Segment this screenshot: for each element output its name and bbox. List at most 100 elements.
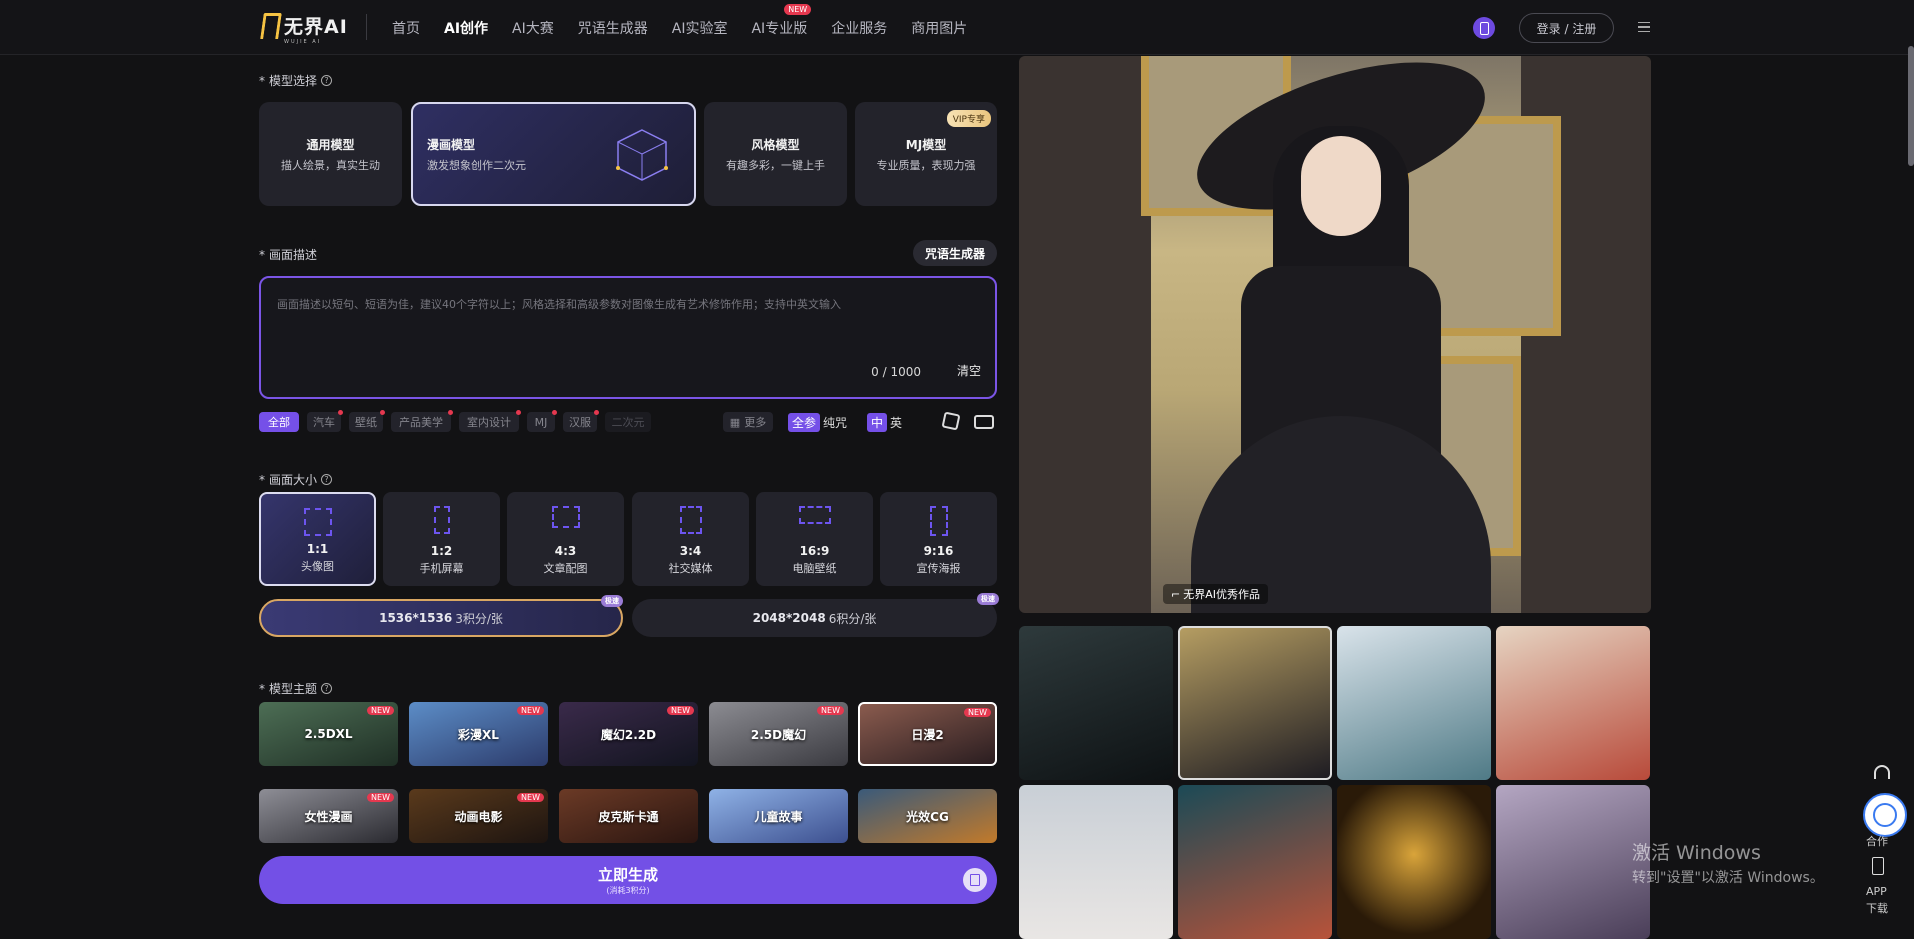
size-card-1-2[interactable]: 1:2 手机屏幕 (383, 492, 500, 586)
nav-spell-generator[interactable]: 咒语生成器 (578, 18, 648, 38)
gallery-thumb-girl-glasses[interactable] (1496, 626, 1650, 780)
gallery-thumb-girl-ponytail[interactable] (1337, 626, 1491, 780)
app-phone-icon[interactable] (1872, 857, 1884, 875)
grid-icon: ▦ (729, 415, 741, 429)
theme-fantasy-2-2d[interactable]: NEW 魔幻2.2D (559, 702, 698, 766)
resolution-1536-button[interactable]: 1536*1536 3积分/张 极速 (259, 595, 623, 637)
tag-interior[interactable]: 室内设计 (459, 410, 521, 432)
download-label[interactable]: 下载 (1866, 900, 1888, 916)
nav-ai-lab[interactable]: AI实验室 (672, 18, 728, 38)
login-register-button[interactable]: 登录 / 注册 (1519, 13, 1614, 43)
tag-car[interactable]: 汽车 (307, 410, 343, 432)
tag-bar: 全部 汽车 壁纸 产品美学 室内设计 MJ 汉服 二次元 ▦ 更多 全参 纯咒 中英 (259, 410, 997, 434)
gallery-thumb-mech[interactable] (1496, 785, 1650, 939)
speed-badge: 极速 (977, 593, 999, 605)
float-assistant-icon[interactable] (1863, 793, 1907, 837)
cube-icon (616, 129, 668, 181)
tag-wallpaper[interactable]: 壁纸 (349, 410, 385, 432)
brand-logo[interactable]: 无界AI WUJIE AI (260, 12, 348, 45)
windows-activation-watermark: 激活 Windows 转到"设置"以激活 Windows。 (1632, 842, 1824, 886)
ratio-1-2-icon (433, 506, 450, 534)
vip-badge: VIP专享 (946, 110, 991, 127)
spell-generator-button[interactable]: 咒语生成器 (913, 240, 997, 266)
nav-commercial-images[interactable]: 商用图片 (911, 18, 967, 38)
theme-2-5d-fantasy[interactable]: NEW 2.5D魔幻 (709, 702, 848, 766)
customer-service-button[interactable] (1863, 757, 1893, 787)
theme-2-5dxl[interactable]: NEW 2.5DXL (259, 702, 398, 766)
nav-enterprise[interactable]: 企业服务 (831, 18, 887, 38)
logo-mark-icon: ⌐ (1171, 587, 1181, 601)
size-card-4-3[interactable]: 4:3 文章配图 (507, 492, 624, 586)
app-label[interactable]: APP (1866, 885, 1887, 898)
brand-subtitle: WUJIE AI (284, 39, 322, 45)
theme-animated-film[interactable]: NEW 动画电影 (409, 789, 548, 843)
help-icon[interactable]: ? (321, 683, 333, 694)
main-nav: 首页 AI创作 AI大赛 咒语生成器 AI实验室 AI专业版 NEW 企业服务 … (392, 0, 967, 55)
generate-button[interactable]: 立即生成 (消耗3积分) (259, 856, 997, 904)
headset-icon (1874, 765, 1890, 779)
model-card-style[interactable]: 风格模型 有趣多彩，一键上手 (704, 102, 847, 206)
theme-section-label: * 模型主题? (259, 680, 333, 697)
theme-color-comic-xl[interactable]: NEW 彩漫XL (409, 702, 548, 766)
desc-section-label: * 画面描述 (259, 247, 318, 263)
nav-home[interactable]: 首页 (392, 18, 420, 38)
ratio-16-9-icon (798, 506, 831, 524)
theme-light-cg[interactable]: 光效CG (858, 789, 997, 843)
logo-mark-icon (260, 12, 282, 39)
featured-image[interactable]: ⌐ 无界AI优秀作品 (1019, 56, 1651, 613)
document-icon[interactable] (963, 868, 987, 892)
ratio-3-4-icon (679, 506, 702, 534)
tag-anime[interactable]: 二次元 (605, 412, 651, 432)
page-scrollbar[interactable] (1908, 46, 1914, 166)
cooperation-link[interactable]: 合作 (1866, 833, 1888, 849)
nav-ai-pro-label: AI专业版 (751, 20, 808, 37)
featured-artwork (1141, 56, 1561, 613)
robot-icon[interactable] (974, 415, 994, 429)
new-badge: NEW (784, 3, 812, 15)
top-bar: 无界AI WUJIE AI 首页 AI创作 AI大赛 咒语生成器 AI实验室 A… (0, 0, 1914, 55)
tag-hanfu[interactable]: 汉服 (563, 410, 599, 432)
more-tags-button[interactable]: ▦ 更多 (723, 412, 773, 432)
dice-icon[interactable] (941, 411, 961, 431)
theme-female-comic[interactable]: NEW 女性漫画 (259, 789, 398, 843)
size-card-9-16[interactable]: 9:16 宣传海报 (880, 492, 997, 586)
theme-children-story[interactable]: 儿童故事 (709, 789, 848, 843)
theme-japanese-comic-2[interactable]: NEW 日漫2 (858, 702, 997, 766)
nav-ai-create[interactable]: AI创作 (444, 18, 488, 38)
brand-name: 无界AI (284, 16, 348, 38)
param-mode-toggle[interactable]: 全参 纯咒 (788, 412, 847, 432)
nav-ai-pro[interactable]: AI专业版 NEW (751, 3, 812, 38)
char-counter: 0 / 1000 (871, 365, 921, 379)
tag-mj[interactable]: MJ (527, 410, 557, 432)
model-section-label: * 模型选择? (259, 72, 333, 89)
theme-pixar-cartoon[interactable]: 皮克斯卡通 (559, 789, 698, 843)
gallery-thumb-girl-braids[interactable] (1019, 785, 1173, 939)
resolution-2048-button[interactable]: 2048*2048 6积分/张 极速 (632, 593, 999, 637)
tag-all[interactable]: 全部 (259, 412, 299, 432)
gallery-thumb-rabbit[interactable] (1178, 785, 1332, 939)
clear-button[interactable]: 清空 (957, 362, 981, 379)
size-card-1-1[interactable]: 1:1 头像图 (259, 492, 376, 586)
model-card-mj[interactable]: VIP专享 MJ模型 专业质量，表现力强 (855, 102, 997, 206)
featured-caption: ⌐ 无界AI优秀作品 (1163, 584, 1268, 604)
language-toggle[interactable]: 中英 (867, 412, 902, 432)
nav-ai-contest[interactable]: AI大赛 (512, 18, 554, 38)
model-card-general[interactable]: 通用模型 描人绘景，真实生动 (259, 102, 402, 206)
model-card-comic[interactable]: 漫画模型 激发想象创作二次元 (411, 102, 696, 206)
help-icon[interactable]: ? (321, 75, 333, 86)
description-textarea[interactable]: 画面描述以短句、短语为佳，建议40个字符以上；风格选择和高级参数对图像生成有艺术… (259, 276, 997, 399)
gallery-panel: ⌐ 无界AI优秀作品 (1019, 56, 1651, 939)
hamburger-menu-icon[interactable] (1638, 22, 1650, 32)
description-placeholder: 画面描述以短句、短语为佳，建议40个字符以上；风格选择和高级参数对图像生成有艺术… (277, 298, 841, 311)
tag-product[interactable]: 产品美学 (391, 410, 453, 432)
gallery-thumb-golden-mask[interactable] (1337, 785, 1491, 939)
mobile-app-icon[interactable] (1473, 17, 1495, 39)
ratio-9-16-icon (929, 506, 948, 536)
gallery-thumb-witch[interactable] (1178, 626, 1332, 780)
creation-panel: * 模型选择? 通用模型 描人绘景，真实生动 漫画模型 激发想象创作二次元 风格模… (259, 56, 999, 936)
help-icon[interactable]: ? (321, 474, 333, 485)
size-card-16-9[interactable]: 16:9 电脑壁纸 (756, 492, 873, 586)
gallery-thumb-crystal[interactable] (1019, 626, 1173, 780)
size-card-3-4[interactable]: 3:4 社交媒体 (632, 492, 749, 586)
ratio-4-3-icon (551, 506, 580, 528)
